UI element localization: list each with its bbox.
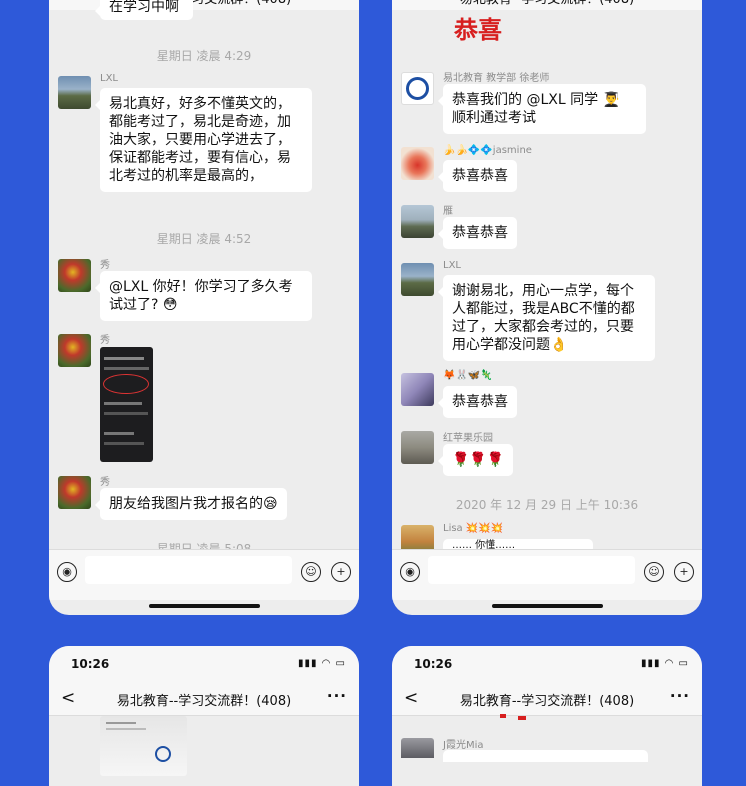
message-bubble[interactable]: 🌹🌹🌹: [437, 444, 514, 476]
sender-name: LXL: [443, 260, 461, 271]
signal-wifi-battery-icon: ▮▮▮ ◠ ▭: [297, 658, 346, 669]
message-bubble[interactable]: 朋友给我图片我才报名的😪: [95, 488, 287, 520]
sender-name: LXL: [100, 73, 118, 84]
clock: 10:26: [414, 657, 453, 671]
status-bar: 10:26 ▮▮▮ ◠ ▭: [392, 646, 702, 682]
message-bubble-partial[interactable]: 在学习中啊: [95, 0, 193, 20]
sticker-partial: [500, 714, 530, 722]
input-bar: ◉ ☺ +: [49, 549, 359, 600]
sender-name: 秀: [100, 335, 110, 346]
message-text: 🌹🌹🌹: [452, 452, 505, 468]
image-message[interactable]: [100, 347, 153, 462]
more-icon[interactable]: ···: [670, 687, 690, 705]
nav-bar: < 易北教育--学习交流群！(408) ···: [392, 682, 702, 716]
emoji-icon[interactable]: ☺: [301, 562, 321, 582]
home-indicator: [492, 604, 603, 608]
chat-window-top-right: 易北教育--学习交流群！(408) 恭喜 易北教育 教学部 徐老师 恭喜我们的 …: [392, 0, 702, 615]
message-bubble[interactable]: 恭喜恭喜: [438, 217, 517, 249]
message-input[interactable]: [428, 556, 635, 584]
message-text: 易北真好，好多不懂英文的，都能考过了，易北是奇迹，加油大家，只要用心学进去了，保…: [109, 96, 291, 184]
voice-icon[interactable]: ◉: [400, 562, 420, 582]
chat-window-top-left: 易北教育--学习交流群！(408) 在学习中啊 星期日 凌晨 4:29 LXL …: [49, 0, 359, 615]
timestamp: 2020 年 12 月 29 日 上午 10:36: [455, 498, 639, 512]
avatar[interactable]: [58, 259, 91, 292]
avatar[interactable]: [401, 263, 434, 296]
chat-title: 易北教育--学习交流群！(408): [116, 694, 292, 709]
message-text: @LXL 你好！你学习了多久考试过了? 😳: [109, 279, 293, 313]
plus-icon[interactable]: +: [674, 562, 694, 582]
message-bubble[interactable]: 谢谢易北，用心一点学，每个人都能过，我是ABC不懂的都过了，大家都会考过的，只要…: [438, 275, 655, 361]
sender-name: 🍌🍌💠💠jasmine: [443, 145, 532, 156]
congrats-sticker: 恭喜: [454, 15, 502, 44]
timestamp: 星期日 凌晨 4:29: [156, 49, 252, 63]
sender-name: Lisa 💥💥💥: [443, 523, 504, 534]
message-bubble-partial[interactable]: [443, 750, 648, 762]
sender-name: 红苹果乐园: [443, 433, 493, 444]
clock: 10:26: [71, 657, 110, 671]
chat-title: 易北教育--学习交流群！(408): [459, 694, 635, 709]
message-text: 恭喜恭喜: [452, 394, 508, 410]
message-text: 朋友给我图片我才报名的😪: [109, 496, 278, 512]
message-bubble[interactable]: 易北真好，好多不懂英文的，都能考过了，易北是奇迹，加油大家，只要用心学进去了，保…: [95, 88, 312, 192]
avatar[interactable]: [58, 476, 91, 509]
message-text: 恭喜我们的 @LXL 同学 👨‍🎓 顺利通过考试: [452, 92, 620, 126]
voice-icon[interactable]: ◉: [57, 562, 77, 582]
chat-window-bottom-left: 10:26 ▮▮▮ ◠ ▭ < 易北教育--学习交流群！(408) ···: [49, 646, 359, 786]
sender-name: J霞光Mia: [443, 740, 484, 751]
sender-name: 易北教育 教学部 徐老师: [443, 73, 550, 84]
avatar[interactable]: [401, 373, 434, 406]
chat-window-bottom-right: 10:26 ▮▮▮ ◠ ▭ < 易北教育--学习交流群！(408) ··· J霞…: [392, 646, 702, 786]
emoji-icon[interactable]: ☺: [644, 562, 664, 582]
message-text: 恭喜恭喜: [452, 225, 508, 241]
avatar[interactable]: [401, 431, 434, 464]
sender-name: 秀: [100, 260, 110, 271]
chat-title-partial: 易北教育--学习交流群！(408): [392, 0, 702, 10]
image-message[interactable]: [100, 716, 187, 776]
message-bubble[interactable]: 恭喜恭喜: [438, 160, 517, 192]
avatar[interactable]: [58, 334, 91, 367]
sender-name: 🦊🐰🦋🦎: [443, 370, 493, 381]
avatar[interactable]: [401, 738, 434, 758]
nav-bar: < 易北教育--学习交流群！(408) ···: [49, 682, 359, 716]
avatar[interactable]: [58, 76, 91, 109]
sender-name: 秀: [100, 477, 110, 488]
home-indicator: [149, 604, 260, 608]
avatar[interactable]: [401, 72, 434, 105]
message-bubble[interactable]: 恭喜我们的 @LXL 同学 👨‍🎓 顺利通过考试: [438, 84, 646, 134]
timestamp: 星期日 凌晨 4:52: [156, 232, 252, 246]
more-icon[interactable]: ···: [327, 687, 347, 705]
message-input[interactable]: [85, 556, 292, 584]
sender-name: 雁: [443, 206, 453, 217]
plus-icon[interactable]: +: [331, 562, 351, 582]
message-text: 在学习中啊: [109, 0, 179, 15]
signal-wifi-battery-icon: ▮▮▮ ◠ ▭: [640, 658, 689, 669]
input-bar: ◉ ☺ +: [392, 549, 702, 600]
message-text: 恭喜恭喜: [452, 168, 508, 184]
message-bubble[interactable]: @LXL 你好！你学习了多久考试过了? 😳: [95, 271, 312, 321]
status-bar: 10:26 ▮▮▮ ◠ ▭: [49, 646, 359, 682]
avatar[interactable]: [401, 147, 434, 180]
avatar[interactable]: [401, 205, 434, 238]
message-bubble[interactable]: 恭喜恭喜: [438, 386, 517, 418]
message-text: 谢谢易北，用心一点学，每个人都能过，我是ABC不懂的都过了，大家都会考过的，只要…: [452, 283, 635, 353]
